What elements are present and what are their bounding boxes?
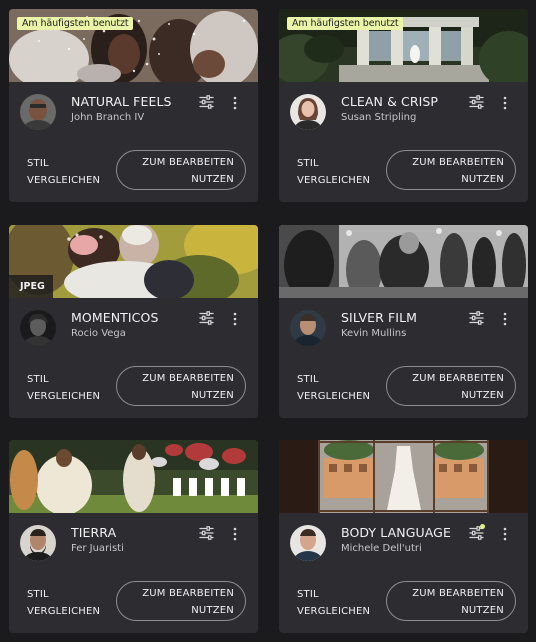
use-for-editing-button[interactable]: ZUM BEARBEITEN NUTZEN [116,150,246,190]
use-for-editing-label: ZUM BEARBEITEN NUTZEN [142,373,234,401]
compare-style-button[interactable]: STIL VERGLEICHEN [297,586,377,620]
sliders-icon[interactable] [469,311,484,325]
wedding-photo-dress-window [279,440,528,513]
style-author: Rocio Vega [71,328,126,339]
use-for-editing-button[interactable]: ZUM BEARBEITEN NUTZEN [116,581,246,621]
style-author: Kevin Mullins [341,328,407,339]
style-title: SILVER FILM [341,310,418,325]
sliders-icon[interactable] [199,95,214,109]
most-used-badge: Am häufigsten benutzt [287,17,404,30]
style-author: John Branch IV [71,112,145,123]
style-author: Michele Dell'utri [341,543,422,554]
more-vertical-icon[interactable] [502,312,508,326]
style-title: BODY LANGUAGE [341,525,451,540]
sliders-icon[interactable] [199,526,214,540]
sliders-icon[interactable] [469,95,484,109]
more-vertical-icon[interactable] [232,312,238,326]
adjustments-active-dot [480,524,485,529]
avatar [20,525,56,561]
wedding-photo-dance [9,440,258,513]
use-for-editing-button[interactable]: ZUM BEARBEITEN NUTZEN [116,366,246,406]
more-vertical-icon[interactable] [502,527,508,541]
more-vertical-icon[interactable] [232,527,238,541]
card-image[interactable] [279,225,528,298]
style-card[interactable]: Am häufigsten benutzt NATURAL FEELS John… [9,9,258,202]
use-for-editing-button[interactable]: ZUM BEARBEITEN NUTZEN [386,150,516,190]
use-for-editing-button[interactable]: ZUM BEARBEITEN NUTZEN [386,581,516,621]
use-for-editing-label: ZUM BEARBEITEN NUTZEN [142,588,234,616]
avatar [20,310,56,346]
style-card[interactable]: SILVER FILM Kevin Mullins STIL VERGLEICH… [279,225,528,418]
avatar [290,525,326,561]
use-for-editing-label: ZUM BEARBEITEN NUTZEN [412,588,504,616]
avatar [290,94,326,130]
style-card[interactable]: Am häufigsten benutzt CLEAN & CRISP Susa… [279,9,528,202]
style-author: Fer Juaristi [71,543,124,554]
format-tag: JPEG [9,275,53,298]
card-image[interactable]: Am häufigsten benutzt [9,9,258,82]
style-card[interactable]: JPEG MOMENTICOS Rocio Vega STIL VERGLEIC… [9,225,258,418]
style-title: MOMENTICOS [71,310,159,325]
most-used-badge: Am häufigsten benutzt [17,17,134,30]
card-image[interactable] [9,440,258,513]
avatar [290,310,326,346]
style-card[interactable]: TIERRA Fer Juaristi STIL VERGLEICHEN ZUM… [9,440,258,633]
style-title: TIERRA [71,525,117,540]
sliders-icon[interactable] [199,311,214,325]
compare-style-button[interactable]: STIL VERGLEICHEN [27,155,107,189]
style-card[interactable]: BODY LANGUAGE Michele Dell'utri STIL VER… [279,440,528,633]
compare-style-button[interactable]: STIL VERGLEICHEN [297,155,377,189]
avatar [20,94,56,130]
style-author: Susan Stripling [341,112,417,123]
compare-style-button[interactable]: STIL VERGLEICHEN [27,586,107,620]
style-title: CLEAN & CRISP [341,94,439,109]
use-for-editing-button[interactable]: ZUM BEARBEITEN NUTZEN [386,366,516,406]
card-image[interactable]: Am häufigsten benutzt [279,9,528,82]
use-for-editing-label: ZUM BEARBEITEN NUTZEN [412,373,504,401]
more-vertical-icon[interactable] [502,96,508,110]
card-image[interactable]: JPEG [9,225,258,298]
compare-style-button[interactable]: STIL VERGLEICHEN [27,371,107,405]
compare-style-button[interactable]: STIL VERGLEICHEN [297,371,377,405]
style-title: NATURAL FEELS [71,94,172,109]
use-for-editing-label: ZUM BEARBEITEN NUTZEN [412,157,504,185]
use-for-editing-label: ZUM BEARBEITEN NUTZEN [142,157,234,185]
wedding-photo-band-bw [279,225,528,298]
card-image[interactable] [279,440,528,513]
more-vertical-icon[interactable] [232,96,238,110]
